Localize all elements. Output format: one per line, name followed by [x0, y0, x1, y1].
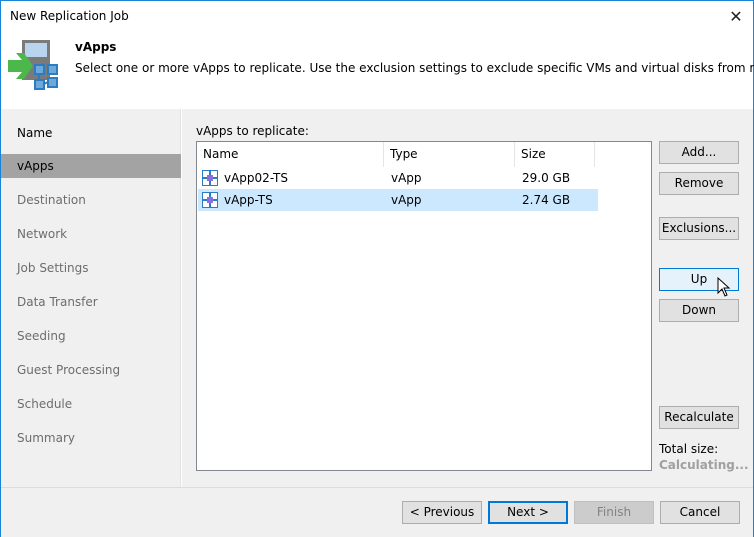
- wizard-steps-sidebar: Name vApps Destination Network Job Setti…: [1, 109, 181, 487]
- column-header-name[interactable]: Name: [197, 142, 384, 167]
- cancel-button[interactable]: Cancel: [660, 501, 740, 524]
- sidebar-item-name[interactable]: Name: [1, 121, 181, 145]
- row-type: vApp: [391, 193, 422, 207]
- row-name: vApp-TS: [224, 193, 273, 207]
- column-header-size[interactable]: Size: [515, 142, 595, 167]
- vapp-icon: [202, 170, 218, 186]
- step-description: Select one or more vApps to replicate. U…: [75, 61, 754, 75]
- exclusions-button[interactable]: Exclusions...: [659, 217, 739, 240]
- wizard-footer: < Previous Next > Finish Cancel: [1, 487, 753, 537]
- new-replication-job-dialog: New Replication Job ✕ vApps Select one o…: [0, 0, 754, 537]
- close-icon[interactable]: ✕: [723, 3, 749, 29]
- sidebar-item-seeding[interactable]: Seeding: [1, 324, 181, 348]
- table-row[interactable]: vApp02-TS vApp 29.0 GB: [198, 167, 598, 189]
- remove-button[interactable]: Remove: [659, 172, 739, 195]
- add-button[interactable]: Add...: [659, 141, 739, 164]
- row-name: vApp02-TS: [224, 171, 288, 185]
- sidebar-item-network[interactable]: Network: [1, 222, 181, 246]
- finish-button: Finish: [574, 501, 654, 524]
- sidebar-item-schedule[interactable]: Schedule: [1, 392, 181, 416]
- previous-button[interactable]: < Previous: [402, 501, 482, 524]
- vapps-list[interactable]: Name Type Size vApp02-TS vApp 29.0 GB vA…: [196, 141, 652, 471]
- wizard-header: vApps Select one or more vApps to replic…: [1, 31, 754, 109]
- mouse-cursor-icon: [717, 277, 731, 297]
- title-bar: New Replication Job ✕: [1, 1, 753, 31]
- column-header-type[interactable]: Type: [384, 142, 515, 167]
- table-row[interactable]: vApp-TS vApp 2.74 GB: [198, 189, 598, 211]
- sidebar-item-job-settings[interactable]: Job Settings: [1, 256, 181, 280]
- total-size-value: Calculating...: [659, 458, 749, 472]
- vapps-list-label: vApps to replicate:: [196, 124, 309, 138]
- sidebar-item-data-transfer[interactable]: Data Transfer: [1, 290, 181, 314]
- row-type: vApp: [391, 171, 422, 185]
- row-size: 29.0 GB: [522, 171, 571, 185]
- window-title: New Replication Job: [10, 9, 129, 23]
- next-button[interactable]: Next >: [488, 501, 568, 524]
- recalculate-button[interactable]: Recalculate: [659, 406, 739, 429]
- sidebar-item-summary[interactable]: Summary: [1, 426, 181, 450]
- row-size: 2.74 GB: [522, 193, 571, 207]
- vapp-icon: [202, 192, 218, 208]
- total-size-label: Total size:: [659, 442, 719, 456]
- sidebar-item-destination[interactable]: Destination: [1, 188, 181, 212]
- sidebar-item-guest-processing[interactable]: Guest Processing: [1, 358, 181, 382]
- down-button[interactable]: Down: [659, 299, 739, 322]
- main-content: vApps to replicate: Name Type Size vApp0…: [182, 109, 753, 487]
- step-title: vApps: [75, 40, 117, 54]
- replication-vapp-icon: [8, 40, 58, 90]
- sidebar-item-vapps[interactable]: vApps: [1, 154, 181, 178]
